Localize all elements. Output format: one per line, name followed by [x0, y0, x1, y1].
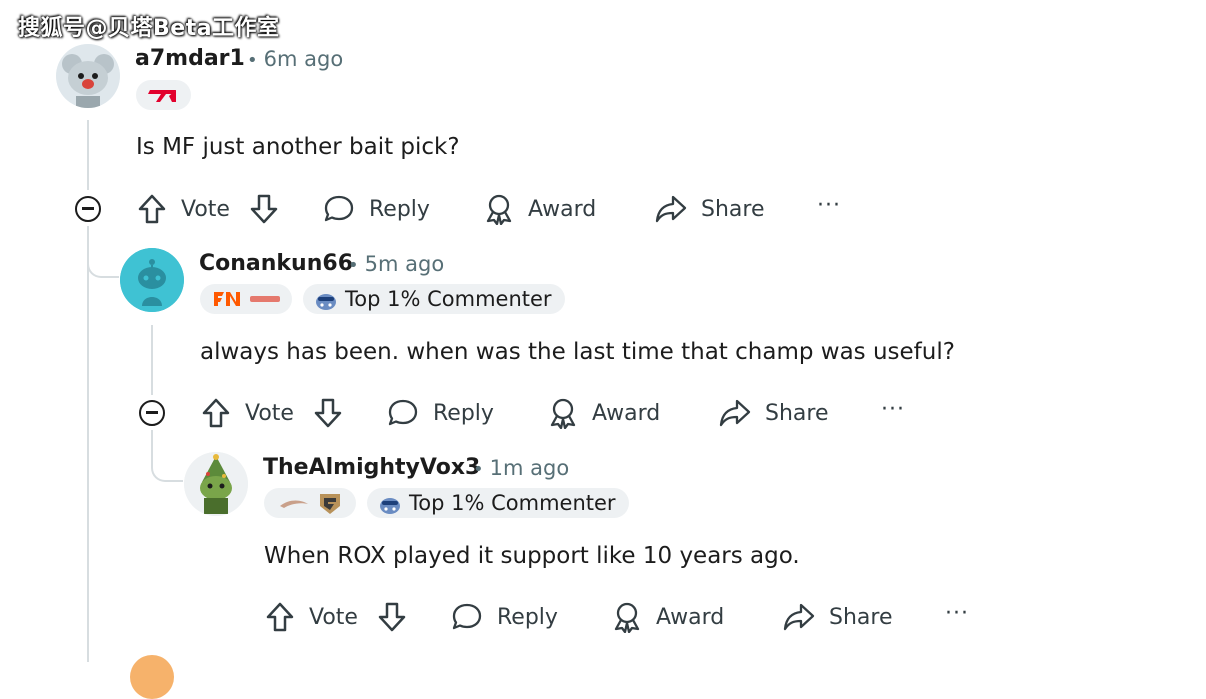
thread-line-level1-lower[interactable] [87, 226, 89, 662]
top-commenter-badge[interactable]: Top 1% Commenter [303, 284, 565, 314]
t1-logo-icon [148, 90, 176, 102]
vote-label: Vote [309, 604, 358, 630]
thread-elbow-reply1 [87, 226, 119, 278]
thread-line-level2[interactable] [151, 325, 153, 395]
share-button[interactable]: Share [783, 602, 893, 632]
vote-label: Vote [245, 400, 294, 426]
share-arrow-icon [783, 603, 815, 631]
downvote-button[interactable] [249, 193, 279, 225]
reply-button[interactable]: Reply [451, 602, 558, 632]
share-label: Share [829, 604, 893, 630]
comment-body: Is MF just another bait pick? [136, 134, 460, 160]
team-logos-icon [280, 494, 340, 514]
share-arrow-icon [655, 195, 687, 223]
timestamp[interactable]: 1m ago [490, 456, 570, 480]
downvote-arrow-icon [314, 398, 342, 428]
separator-dot: • [247, 50, 258, 71]
vote-label: Vote [181, 196, 230, 222]
downvote-button[interactable] [377, 601, 407, 633]
reply-label: Reply [433, 400, 494, 426]
commenter-snoo-icon [380, 498, 400, 514]
upvote-button[interactable]: Vote [201, 397, 294, 429]
more-options-button[interactable]: ··· [817, 193, 841, 218]
award-ribbon-icon [486, 194, 512, 225]
award-label: Award [656, 604, 725, 630]
watermark-text: 搜狐号@贝塔Beta工作室 [18, 16, 280, 41]
share-arrow-icon [719, 399, 751, 427]
share-label: Share [701, 196, 765, 222]
avatar[interactable] [120, 248, 184, 312]
collapse-thread-button[interactable] [139, 400, 165, 426]
snoo-default-avatar-icon [120, 248, 184, 312]
share-label: Share [765, 400, 829, 426]
comment-body: When ROX played it support like 10 years… [264, 543, 800, 569]
separator-dot: • [473, 459, 484, 480]
upvote-arrow-icon [138, 194, 166, 224]
award-label: Award [528, 196, 597, 222]
reply-label: Reply [369, 196, 430, 222]
share-button[interactable]: Share [719, 398, 829, 428]
award-button[interactable]: Award [484, 193, 596, 225]
thread-elbow-reply2 [151, 430, 183, 482]
downvote-arrow-icon [250, 194, 278, 224]
award-ribbon-icon [550, 398, 576, 429]
timestamp[interactable]: 5m ago [365, 252, 445, 276]
achievement-label: Top 1% Commenter [345, 287, 552, 311]
award-label: Award [592, 400, 661, 426]
share-button[interactable]: Share [655, 194, 765, 224]
comment-body: always has been. when was the last time … [200, 339, 955, 365]
flair-badge[interactable] [136, 80, 191, 110]
achievement-label: Top 1% Commenter [409, 491, 616, 515]
more-options-button[interactable]: ··· [945, 601, 969, 626]
commenter-snoo-icon [316, 294, 336, 310]
award-button[interactable]: Award [612, 601, 724, 633]
separator-dot: • [348, 255, 359, 276]
avatar[interactable] [56, 44, 120, 108]
username[interactable]: TheAlmightyVox3 [263, 455, 480, 480]
snoo-koala-avatar-icon [56, 44, 120, 108]
timestamp[interactable]: 6m ago [264, 47, 344, 71]
flair-badge[interactable] [264, 488, 356, 518]
downvote-button[interactable] [313, 397, 343, 429]
award-button[interactable]: Award [548, 397, 660, 429]
downvote-arrow-icon [378, 602, 406, 632]
reply-label: Reply [497, 604, 558, 630]
award-ribbon-icon [614, 602, 640, 633]
upvote-arrow-icon [202, 398, 230, 428]
comment-meta: • 5m ago [342, 252, 444, 276]
comment-meta: • 1m ago [467, 456, 569, 480]
more-options-button[interactable]: ··· [881, 397, 905, 422]
upvote-arrow-icon [266, 602, 294, 632]
avatar[interactable] [184, 452, 248, 516]
speech-bubble-icon [452, 603, 482, 630]
collapse-thread-button[interactable] [75, 196, 101, 222]
reply-button[interactable]: Reply [323, 194, 430, 224]
reply-button[interactable]: Reply [387, 398, 494, 428]
upvote-button[interactable]: Vote [265, 601, 358, 633]
username[interactable]: Conankun66 [199, 251, 353, 276]
thread-line-level1[interactable] [87, 120, 89, 190]
comment-meta: • 6m ago [241, 47, 343, 71]
upvote-button[interactable]: Vote [137, 193, 230, 225]
speech-bubble-icon [324, 195, 354, 222]
fnatic-logo-icon [214, 292, 280, 306]
flair-badge[interactable] [200, 284, 292, 314]
username[interactable]: a7mdar1 [135, 46, 245, 71]
speech-bubble-icon [388, 399, 418, 426]
snoo-tree-costume-avatar-icon [184, 452, 248, 516]
top-commenter-badge[interactable]: Top 1% Commenter [367, 488, 629, 518]
